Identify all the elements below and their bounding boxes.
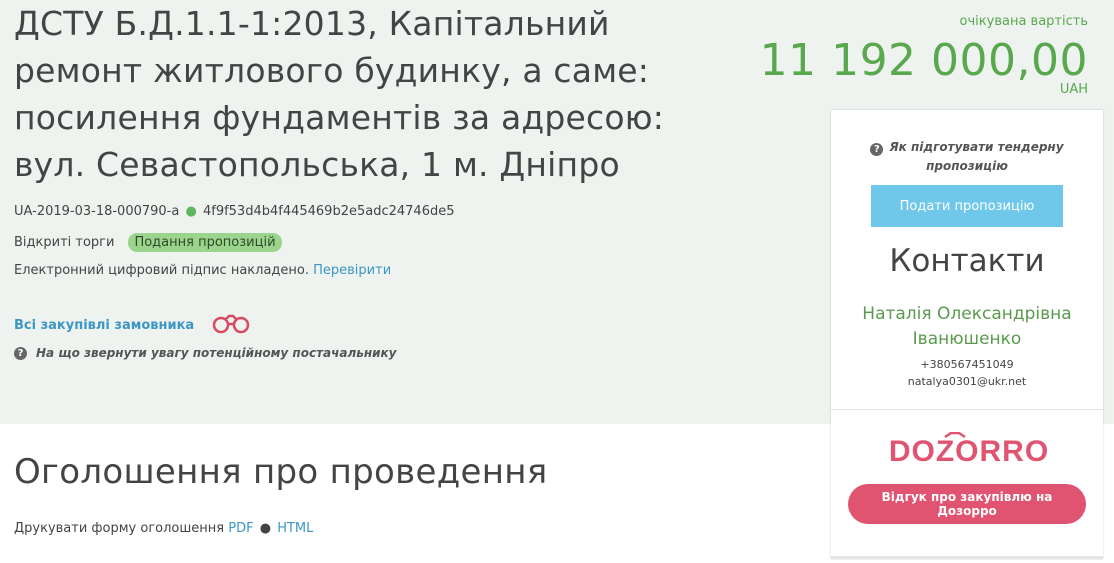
- price-currency: UAH: [1059, 82, 1088, 97]
- dozorro-logo-text: DOZORRO: [889, 435, 1049, 466]
- contact-name: Наталія Олександрівна Іванюшенко: [862, 304, 1072, 349]
- contact-email: natalya0301@ukr.net: [907, 375, 1027, 388]
- binoculars-icon[interactable]: [210, 312, 252, 338]
- all-purchases-row: Всі закупівлі замовника: [14, 312, 252, 338]
- price-value: 11 192 000,00: [759, 35, 1088, 86]
- tender-title: ДСТУ Б.Д.1.1-1:2013, Капітальний ремонт …: [14, 4, 665, 184]
- side-panel: ? Як підготувати тендерну пропозицію Пода…: [831, 110, 1103, 559]
- print-form-text: Друкувати форму оголошення: [14, 521, 225, 536]
- how-to-prepare-text: Як підготувати тендерну пропозицію: [889, 140, 1064, 173]
- all-purchases-link[interactable]: Всі закупівлі замовника: [14, 318, 194, 333]
- signature-text: Електронний цифровий підпис накладено.: [14, 263, 309, 278]
- supplier-hint-row[interactable]: ? На що звернути увагу потенційному пост…: [14, 346, 397, 360]
- separator-dot-icon: ●: [259, 521, 272, 536]
- verify-signature-link[interactable]: Перевірити: [313, 263, 391, 278]
- print-html-link[interactable]: HTML: [277, 521, 313, 536]
- signature-row: Електронний цифровий підпис накладено. П…: [14, 263, 391, 278]
- procedure-type: Відкриті торги: [14, 235, 115, 250]
- question-circle-icon: ?: [870, 143, 884, 156]
- print-form-row: Друкувати форму оголошення PDF ● HTML: [14, 521, 313, 536]
- contact-phone: +380567451049: [920, 358, 1014, 371]
- panel-divider: [831, 409, 1103, 410]
- announcement-title: Оголошення про проведення: [14, 452, 548, 492]
- submit-proposal-button[interactable]: Подати пропозицію: [871, 185, 1063, 227]
- separator-dot-icon: ●: [185, 204, 197, 219]
- dozorro-review-button[interactable]: Відгук про закупівлю на Дозорро: [848, 484, 1086, 524]
- contacts-title: Контакти: [889, 243, 1045, 279]
- price-label: очікувана вартість: [959, 14, 1088, 29]
- print-pdf-link[interactable]: PDF: [228, 521, 253, 536]
- question-circle-icon: ?: [14, 346, 27, 360]
- how-to-prepare-link[interactable]: ? Як підготувати тендерну пропозицію: [861, 138, 1073, 176]
- tender-hash: 4f9f53d4b4f445469b2e5adc24746de5: [202, 204, 455, 219]
- tender-id-row: UA-2019-03-18-000790-a ● 4f9f53d4b4f4454…: [14, 204, 455, 219]
- procedure-row: Відкриті торги Подання пропозицій: [14, 233, 282, 252]
- status-badge: Подання пропозицій: [128, 233, 282, 252]
- supplier-hint-text: На що звернути увагу потенційному постач…: [36, 346, 397, 360]
- dozorro-logo: DOZORRO: [889, 432, 1049, 466]
- tender-id: UA-2019-03-18-000790-a: [14, 204, 180, 219]
